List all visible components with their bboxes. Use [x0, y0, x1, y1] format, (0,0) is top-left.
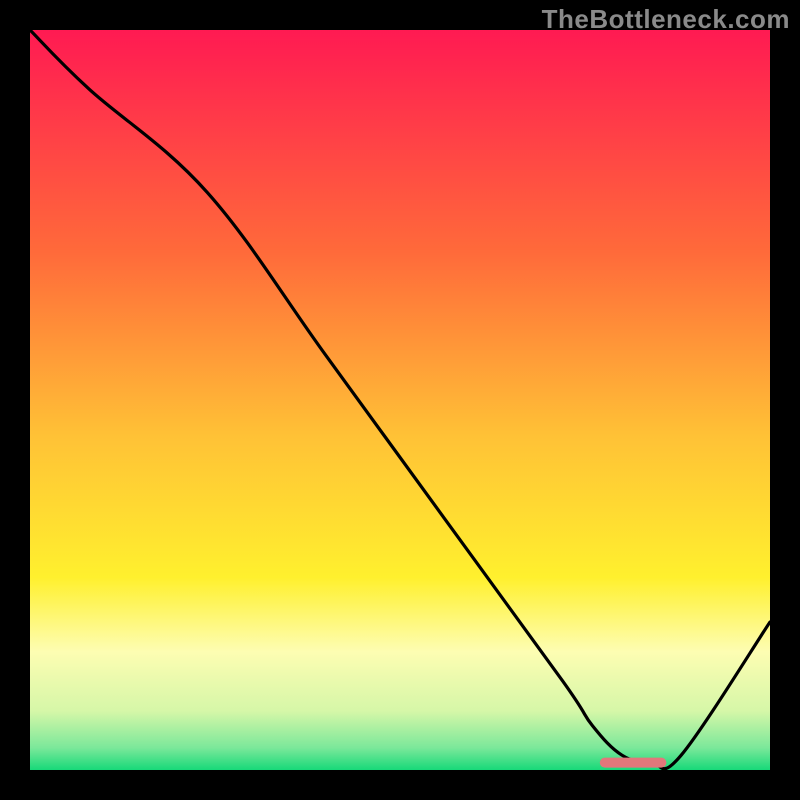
- chart-svg: [30, 30, 770, 770]
- watermark-text: TheBottleneck.com: [542, 4, 790, 35]
- chart-container: TheBottleneck.com: [0, 0, 800, 800]
- plot-area: [30, 30, 770, 770]
- gradient-background: [30, 30, 770, 770]
- optimal-range-marker: [600, 758, 667, 768]
